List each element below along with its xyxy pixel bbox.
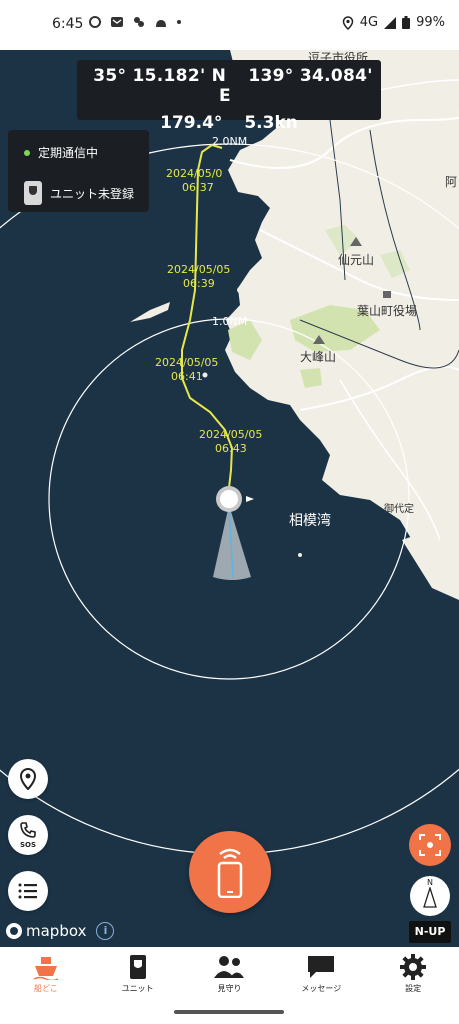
comm-status: 定期通信中 <box>38 146 99 160</box>
location-icon <box>342 15 353 30</box>
people-icon <box>214 956 245 978</box>
track-label-date: 2024/05/05 <box>199 428 262 441</box>
position-header: 35° 15.182' N 139° 34.084' E 179.4° 5.3k… <box>77 60 381 133</box>
track-label-time: 06:39 <box>183 277 215 290</box>
north-up-toggle[interactable]: N-UP <box>409 921 451 943</box>
comm-status-dot <box>24 149 30 156</box>
nav-label: メッセージ <box>301 984 342 993</box>
track-label-date: 2024/05/05 <box>167 263 230 276</box>
app-icon <box>134 17 144 27</box>
boat-icon <box>33 957 59 980</box>
network-type: 4G <box>359 15 379 30</box>
track-label-date: 2024/05/0 <box>166 167 222 180</box>
heading: 179.4° <box>160 113 223 133</box>
notification-icons <box>88 15 182 29</box>
sos-button[interactable]: SOS <box>8 815 48 855</box>
mail-icon <box>111 17 123 27</box>
track-label-time: 06:41 <box>171 370 203 383</box>
mapbox-attribution: mapbox i <box>6 922 115 940</box>
nav-label: 見守り <box>217 984 242 993</box>
north-label: N <box>427 878 433 887</box>
smartphone-signal-icon <box>217 848 243 898</box>
sync-icon <box>89 16 101 28</box>
longitude: 139° 34.084' E <box>219 66 373 106</box>
nav-label: 設定 <box>405 984 422 993</box>
mapbox-logo-icon <box>6 923 22 939</box>
unit-icon <box>129 955 146 979</box>
speed: 5.3kn <box>244 113 298 133</box>
bottom-navigation: 船どこ ユニット 見守り メッセージ 設定 <box>0 947 459 1000</box>
unit-status: ユニット未登録 <box>50 186 135 201</box>
nav-item-unit[interactable]: ユニット <box>92 947 184 1000</box>
nav-item-watch[interactable]: 見守り <box>184 947 276 1000</box>
system-indicators: 4G 99% <box>342 15 445 30</box>
place-label: 阿 <box>445 175 457 189</box>
location-pin-icon <box>19 768 37 790</box>
location-pin-button[interactable] <box>8 759 48 799</box>
phone-icon <box>20 822 36 838</box>
nav-label: 船どこ <box>34 984 58 993</box>
nav-item-message[interactable]: メッセージ <box>275 947 367 1000</box>
range-label: 1.0NM <box>212 315 247 328</box>
latitude: 35° 15.182' N <box>93 66 227 86</box>
track-label-time: 06:43 <box>215 442 247 455</box>
nav-item-boat[interactable]: 船どこ <box>0 947 92 1000</box>
gear-icon <box>400 954 427 980</box>
place-label: 大峰山 <box>300 350 336 364</box>
battery-level: 99% <box>416 15 445 30</box>
focus-icon <box>419 834 441 856</box>
compass-button[interactable]: N <box>410 876 450 916</box>
focus-vessel-button[interactable] <box>409 824 451 866</box>
place-label: 葉山町役場 <box>357 303 417 318</box>
nav-label: ユニット <box>121 984 154 993</box>
place-label: 相模湾 <box>289 512 331 529</box>
nav-item-settings[interactable]: 設定 <box>367 947 459 1000</box>
track-label-date: 2024/05/05 <box>155 356 218 369</box>
mapbox-label: mapbox <box>26 922 87 940</box>
list-button[interactable] <box>8 871 48 911</box>
clock: 6:45 <box>52 16 84 32</box>
android-icon <box>156 20 166 27</box>
place-label: 御代定 <box>384 502 414 515</box>
message-icon <box>308 956 335 978</box>
range-label: 2.0NM <box>212 135 247 148</box>
connect-device-button[interactable] <box>189 831 271 913</box>
signal-icon <box>384 16 397 29</box>
more-dot-icon <box>177 20 181 24</box>
list-icon <box>18 883 37 899</box>
unit-icon <box>24 181 42 205</box>
battery-icon <box>402 16 411 29</box>
info-icon[interactable]: i <box>96 922 115 940</box>
place-label: 仙元山 <box>338 253 374 267</box>
status-panel[interactable]: 定期通信中 ユニット未登録 <box>8 130 149 212</box>
home-indicator[interactable] <box>174 1010 284 1014</box>
status-bar: 6:45 4G 99% <box>0 0 459 50</box>
gesture-bar <box>0 1000 459 1024</box>
sos-label: SOS <box>19 841 37 849</box>
compass-arrow-icon <box>423 887 437 908</box>
track-label-time: 06:37 <box>182 181 214 194</box>
